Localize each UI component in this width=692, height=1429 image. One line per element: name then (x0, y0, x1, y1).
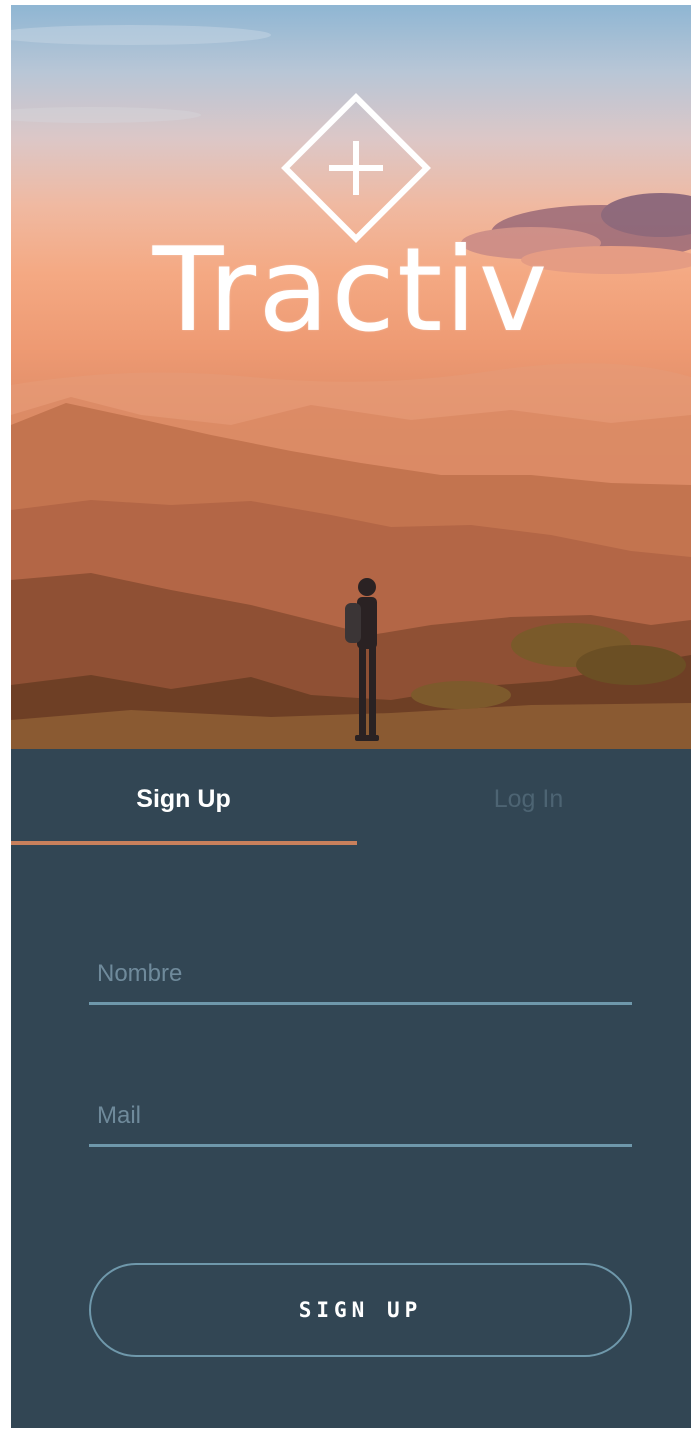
hero-image: Tractiv (11, 5, 691, 749)
auth-tabs: Sign Up Log In (11, 749, 691, 849)
name-input[interactable] (89, 945, 632, 1002)
signup-screen: Tractiv Sign Up Log In SIGN UP (11, 5, 691, 1428)
name-field (89, 945, 632, 1005)
mail-input[interactable] (89, 1087, 632, 1144)
active-tab-indicator (11, 841, 357, 845)
tab-sign-up[interactable]: Sign Up (11, 749, 356, 849)
mail-field (89, 1087, 632, 1147)
sign-up-button[interactable]: SIGN UP (89, 1263, 632, 1357)
brand-name: Tractiv (152, 223, 550, 358)
tab-log-in[interactable]: Log In (356, 749, 691, 849)
